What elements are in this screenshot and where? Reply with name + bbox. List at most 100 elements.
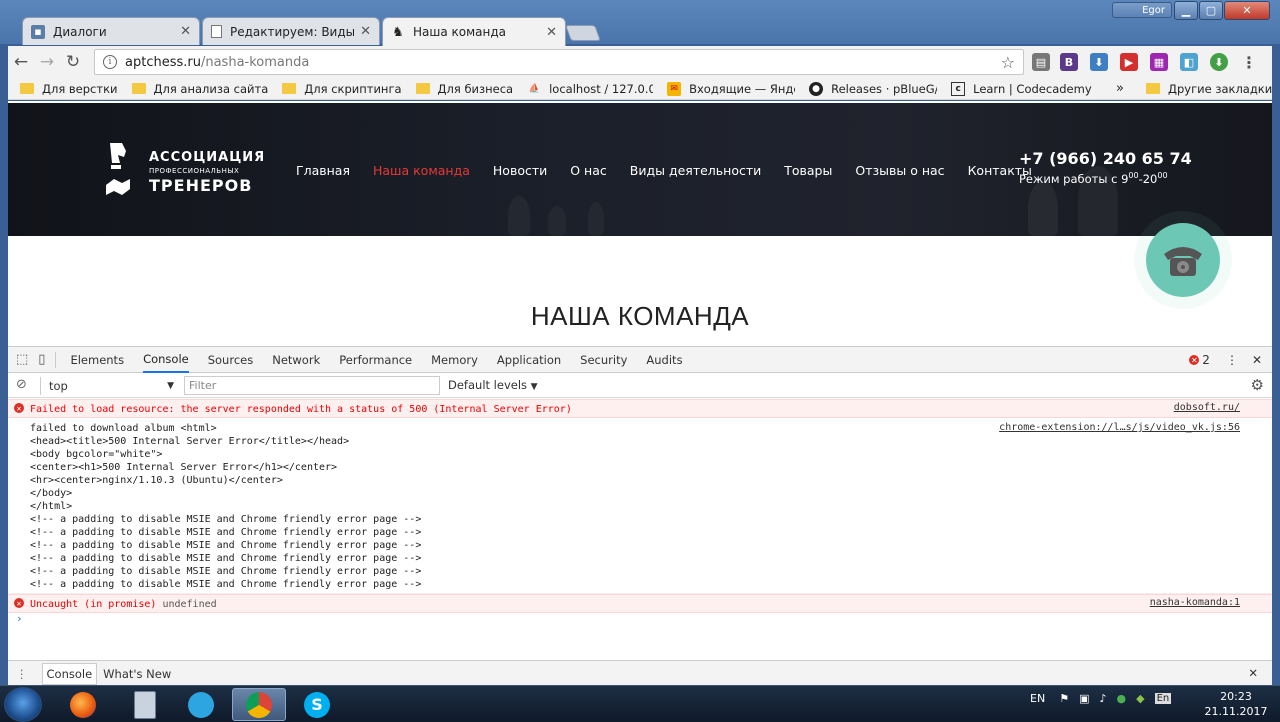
menu-dots-icon[interactable]: ⋮ [1240, 53, 1258, 72]
bookmark-folder[interactable]: Для анализа сайта [131, 82, 268, 96]
close-icon[interactable]: ✕ [1252, 353, 1262, 367]
window-close-button[interactable]: ✕ [1224, 1, 1270, 20]
clear-console-icon[interactable]: ⊘ [16, 377, 27, 392]
reload-button[interactable]: ↻ [60, 49, 86, 75]
device-toolbar-icon[interactable]: ▯ [38, 352, 45, 367]
menu-dots-icon[interactable]: ⋮ [1226, 353, 1238, 367]
info-icon[interactable]: i [103, 55, 117, 69]
menu-dots-icon[interactable]: ⋮ [16, 667, 28, 681]
github-icon: ● [809, 81, 824, 96]
source-link[interactable]: dobsoft.ru/ [1174, 402, 1240, 413]
dropdown-arrow-icon: ▼ [530, 382, 538, 392]
log-levels-dropdown[interactable]: Default levels ▼ [448, 378, 538, 392]
phone-number[interactable]: +7 (966) 240 65 74 [1019, 149, 1192, 168]
tab-performance[interactable]: Performance [339, 347, 412, 373]
start-button[interactable] [4, 687, 42, 722]
bookmark-folder[interactable]: Для верстки [20, 82, 118, 96]
source-link[interactable]: nasha-komanda:1 [1150, 597, 1240, 608]
taskbar-skype[interactable]: S [290, 688, 344, 721]
network-icon[interactable]: ▣ [1079, 692, 1089, 705]
extension-icon[interactable]: ◧ [1180, 53, 1198, 71]
devtools-drawer: ⋮ Console What's New ✕ [8, 660, 1272, 686]
source-link[interactable]: chrome-extension://l…s/js/video_vk.js:56 [999, 422, 1240, 433]
close-icon[interactable]: ✕ [1248, 666, 1258, 680]
tab-memory[interactable]: Memory [431, 347, 478, 373]
bookmark-link[interactable]: ●Releases · pBlueG/SA [809, 81, 937, 96]
app-tray-icon[interactable]: ● [1117, 692, 1127, 705]
tab-elements[interactable]: Elements [70, 347, 124, 373]
taskbar-firefox[interactable] [56, 688, 110, 721]
taskbar-telegram[interactable] [174, 688, 228, 721]
error-icon: ✕ [14, 403, 24, 413]
taskbar-calculator[interactable] [118, 688, 172, 721]
tab-network[interactable]: Network [272, 347, 320, 373]
extension-icon[interactable]: ▦ [1150, 53, 1168, 71]
forward-button[interactable]: → [34, 49, 60, 75]
minimize-button[interactable]: ▁ [1174, 1, 1198, 20]
error-count-badge[interactable]: ✕ 2 [1189, 353, 1210, 367]
bookmarks-overflow-button[interactable]: » [1116, 81, 1124, 96]
inspect-element-icon[interactable]: ⬚ [16, 352, 28, 367]
nav-reviews[interactable]: Отзывы о нас [855, 163, 944, 178]
close-icon[interactable]: ✕ [180, 24, 191, 39]
console-prompt-icon[interactable]: › [16, 612, 23, 625]
browser-toolbar: ← → ↻ i aptchess.ru/nasha-komanda ☆ ▤ B … [8, 46, 1272, 78]
video-extension-icon[interactable]: ▶ [1120, 53, 1138, 71]
bootstrap-extension-icon[interactable]: B [1060, 53, 1078, 71]
back-button[interactable]: ← [8, 49, 34, 75]
context-selector[interactable]: top ▼ [40, 377, 174, 395]
close-icon[interactable]: ✕ [360, 24, 371, 39]
nav-team[interactable]: Наша команда [373, 163, 470, 178]
nav-activities[interactable]: Виды деятельности [630, 163, 761, 178]
tab-team[interactable]: ♞ Наша команда ✕ [382, 17, 566, 46]
console-filter-bar: ⊘ top ▼ Filter Default levels ▼ ⚙ [8, 374, 1272, 398]
volume-icon[interactable]: ♪ [1099, 692, 1106, 705]
callback-button[interactable] [1146, 223, 1220, 297]
drawer-tab-whats-new[interactable]: What's New [99, 663, 175, 685]
flag-icon[interactable]: ⚑ [1059, 692, 1069, 705]
chess-knight-icon: ♞ [392, 24, 404, 40]
tab-sources[interactable]: Sources [208, 347, 254, 373]
other-bookmarks[interactable]: Другие закладки [1146, 82, 1272, 96]
keyboard-layout-badge[interactable]: En [1154, 693, 1172, 704]
clock[interactable]: 20:23 21.11.2017 [1196, 689, 1276, 719]
new-tab-button[interactable] [565, 25, 601, 41]
maximize-icon: ▢ [1205, 4, 1217, 17]
taskbar-chrome[interactable] [232, 688, 286, 721]
profile-button[interactable]: Egor [1112, 2, 1172, 18]
tab-dialogs[interactable]: ▪ Диалоги ✕ [22, 17, 200, 45]
drawer-tab-console[interactable]: Console [41, 662, 98, 685]
tab-console[interactable]: Console [143, 347, 189, 373]
app-tray-icon[interactable]: ◆ [1136, 692, 1144, 705]
extension-icon[interactable]: ▤ [1032, 53, 1050, 71]
bookmark-link[interactable]: ✉Входящие — Яндекс [667, 81, 795, 96]
taskbar: S EN ⚑ ▣ ♪ ● ◆ En 20:23 21.11.2017 [0, 685, 1280, 722]
nav-home[interactable]: Главная [296, 163, 350, 178]
bookmark-star-icon[interactable]: ☆ [1001, 53, 1015, 72]
language-indicator[interactable]: EN [1030, 692, 1045, 705]
bookmark-folder[interactable]: Для бизнеса [415, 82, 513, 96]
skype-icon: S [304, 691, 330, 718]
bookmark-link[interactable]: c Learn | Codecademy [951, 81, 1092, 96]
arrow-right-icon: → [39, 52, 55, 72]
folder-icon [282, 83, 297, 94]
maximize-button[interactable]: ▢ [1199, 1, 1223, 20]
nav-products[interactable]: Товары [784, 163, 832, 178]
folder-icon [131, 83, 146, 94]
bookmark-link[interactable]: ⛵localhost / 127.0.0.1 [527, 82, 654, 96]
download-arrow-icon[interactable]: ⬇ [1210, 53, 1228, 71]
console-filter-input[interactable]: Filter [184, 376, 440, 395]
chrome-icon [246, 691, 272, 718]
address-bar[interactable]: i aptchess.ru/nasha-komanda ☆ [94, 49, 1024, 75]
bookmark-folder[interactable]: Для скриптинга [282, 82, 402, 96]
error-icon: ✕ [1189, 355, 1200, 365]
tab-audits[interactable]: Audits [646, 347, 682, 373]
close-icon[interactable]: ✕ [546, 25, 557, 40]
tab-application[interactable]: Application [497, 347, 561, 373]
nav-news[interactable]: Новости [493, 163, 547, 178]
gear-icon[interactable]: ⚙ [1251, 376, 1264, 394]
tab-security[interactable]: Security [580, 347, 627, 373]
download-extension-icon[interactable]: ⬇ [1090, 53, 1108, 71]
tab-edit[interactable]: Редактируем: Виды деят ✕ [202, 17, 380, 45]
nav-about[interactable]: О нас [570, 163, 607, 178]
